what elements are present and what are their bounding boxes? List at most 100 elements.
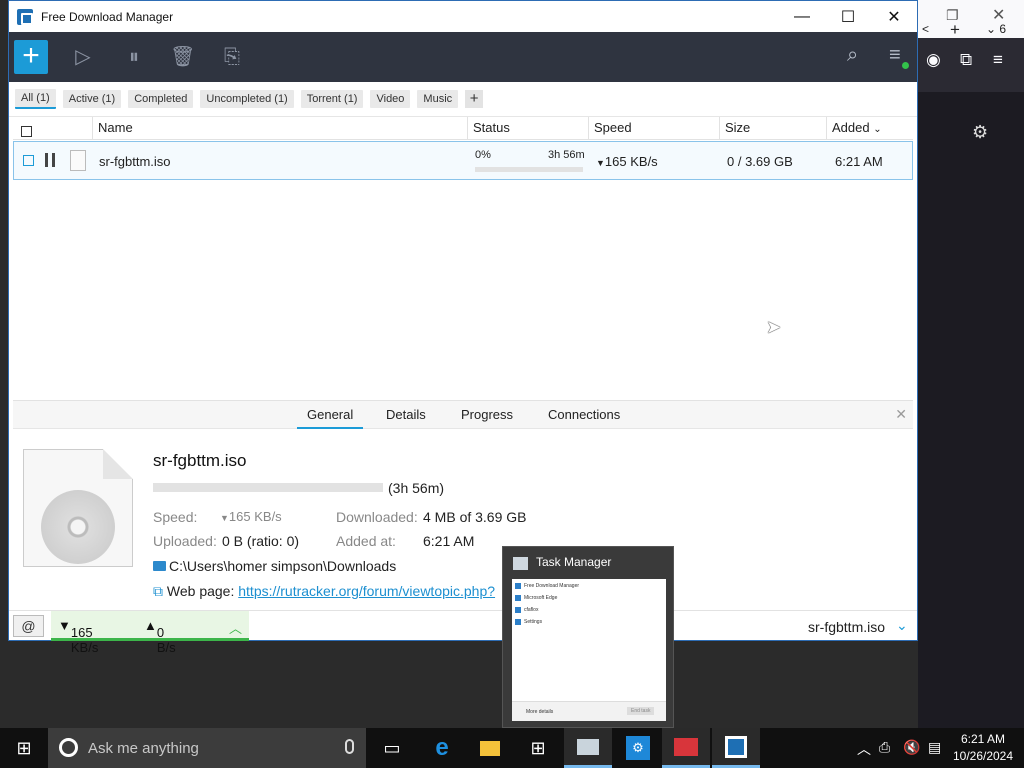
table-row[interactable]: sr-fgbttm.iso 0% 3h 56m ▼165 KB/s 0 / 3.… (13, 141, 913, 180)
delete-icon[interactable]: 🗑 (170, 45, 195, 69)
details-tabs: General Details Progress Connections ✕ (13, 401, 913, 429)
tab-general[interactable]: General (297, 407, 364, 429)
total-down-speed: ▼ 165 KB/s (58, 618, 99, 655)
add-download-button[interactable]: + (14, 40, 48, 74)
total-down-value: 165 KB/s (70, 625, 99, 655)
filter-video[interactable]: Video (370, 90, 411, 108)
volume-muted-icon[interactable]: 🔇 (903, 739, 920, 756)
details-eta: (3h 56m) (388, 480, 445, 496)
filter-completed[interactable]: Completed (128, 90, 194, 108)
chevron-up-icon[interactable]: ︿ (229, 618, 242, 637)
menu-icon[interactable]: ≡ (993, 50, 1003, 70)
speed-summary[interactable]: ▼ 165 KB/s ▲ 0 B/s ︿ (51, 611, 249, 655)
taskmanager-footer: More details End task (512, 701, 666, 721)
select-all-checkbox[interactable] (13, 117, 93, 139)
title-bar: Free Download Manager — ☐ ✕ (9, 1, 917, 32)
search-icon[interactable]: ⌕ (847, 44, 858, 67)
gear-icon[interactable]: ⚙ (972, 122, 988, 143)
row-name: sr-fgbttm.iso (99, 154, 171, 169)
mouse-cursor-icon: ➤ (766, 317, 782, 337)
edge-icon[interactable]: e (418, 728, 466, 768)
filter-uncompleted[interactable]: Uncompleted (1) (200, 90, 294, 108)
browser-tabstrip: ❐ ✕ < + ⌄ 6 (918, 0, 1024, 40)
row-progress-bar (475, 167, 583, 172)
taskmanager-taskbar-icon[interactable] (564, 728, 612, 768)
pause-icon[interactable] (45, 153, 55, 167)
row-percent: 0% (475, 149, 491, 161)
windows-start-icon[interactable]: ⊞ (0, 728, 48, 768)
minimize-button[interactable]: — (779, 1, 825, 32)
taskmanager-preview[interactable]: Task Manager Free Download Manager Micro… (502, 546, 674, 728)
downloaded-label: Downloaded: (336, 509, 418, 525)
microphone-icon[interactable] (345, 739, 354, 754)
cortana-icon (59, 738, 78, 757)
details-progress-bar (153, 483, 383, 492)
status-bar: @ ▼ 165 KB/s ▲ 0 B/s ︿ sr-fgbttm.iso ⌄ (9, 610, 917, 655)
maximize-button[interactable]: ☐ (825, 1, 871, 32)
tm-item: cfaflox (514, 607, 539, 613)
filter-active[interactable]: Active (1) (62, 90, 122, 108)
account-icon[interactable]: ◉ (926, 50, 941, 70)
row-added: 6:21 AM (835, 154, 883, 169)
speed-label: Speed: (153, 509, 198, 525)
status-current-file: sr-fgbttm.iso (808, 619, 886, 635)
snail-mode-icon[interactable]: @ (13, 615, 44, 637)
taskmanager-title: Task Manager (536, 555, 612, 569)
store-icon[interactable]: ⊞ (514, 728, 562, 768)
row-speed: ▼165 KB/s (596, 154, 658, 169)
clock-date: 10/26/2024 (952, 749, 1014, 763)
chevron-down-icon[interactable]: ⌄ (896, 617, 908, 634)
speed-value-text: 165 KB/s (228, 509, 282, 524)
resume-icon[interactable]: ▷ (71, 45, 95, 69)
downloaded-value: 4 MB of 3.69 GB (423, 509, 527, 525)
download-path: C:\Users\homer simpson\Downloads (169, 558, 397, 574)
tab-connections[interactable]: Connections (548, 407, 620, 422)
notifications-icon[interactable]: ▤ (928, 739, 941, 756)
task-view-icon[interactable]: ▭ (368, 728, 416, 768)
network-icon[interactable]: ⎙ (879, 739, 890, 756)
extensions-icon[interactable]: ⧉ (960, 50, 972, 70)
show-hidden-icons[interactable]: ︿ (857, 739, 871, 759)
large-file-icon (23, 449, 133, 567)
update-dot (902, 62, 909, 69)
column-name[interactable]: Name (93, 117, 468, 139)
hamburger-menu-icon[interactable]: ≡ (889, 44, 901, 67)
row-checkbox[interactable] (23, 155, 34, 166)
filter-music[interactable]: Music (417, 90, 459, 108)
clock[interactable]: 6:21 AM 10/26/2024 (948, 731, 1018, 765)
web-page-link[interactable]: https://rutracker.org/forum/viewtopic.ph… (238, 583, 495, 599)
filter-torrent[interactable]: Torrent (1) (300, 90, 364, 108)
external-link-icon: ⧉ (153, 583, 163, 599)
tm-more-details: More details (526, 709, 554, 715)
new-tab-icon[interactable]: + (950, 20, 960, 40)
column-size[interactable]: Size (720, 117, 827, 139)
uploaded-label: Uploaded: (153, 533, 217, 549)
add-filter-button[interactable]: + (465, 90, 484, 108)
column-added[interactable]: Added ⌄ (827, 117, 907, 139)
move-folder-icon[interactable]: ⎘ (220, 45, 244, 69)
clock-time: 6:21 AM (960, 732, 1006, 746)
speed-value: ▼165 KB/s (220, 509, 282, 524)
close-details-icon[interactable]: ✕ (895, 406, 907, 423)
fdm-taskbar-icon[interactable] (712, 728, 760, 768)
taskmanager-icon (513, 557, 528, 570)
filter-all[interactable]: All (1) (15, 89, 56, 109)
tab-progress[interactable]: Progress (461, 407, 513, 422)
row-size: 0 / 3.69 GB (727, 154, 793, 169)
download-table: Name Status Speed Size Added ⌄ sr-fgbttm… (9, 117, 917, 402)
file-explorer-icon[interactable] (466, 728, 514, 768)
fdm-window: Free Download Manager — ☐ ✕ + ▷ ⏸ 🗑 ⎘ ⌕ … (8, 0, 918, 655)
column-speed[interactable]: Speed (589, 117, 720, 139)
cortana-search-box[interactable]: Ask me anything (48, 728, 366, 768)
pause-all-icon[interactable]: ⏸ (122, 45, 146, 69)
tab-details[interactable]: Details (386, 407, 426, 422)
row-speed-value: 165 KB/s (604, 154, 658, 169)
column-status[interactable]: Status (468, 117, 589, 139)
cfaflox-taskbar-icon[interactable] (662, 728, 710, 768)
settings-taskbar-icon[interactable]: ⚙ (614, 728, 662, 768)
tab-edge: < (922, 22, 930, 36)
tab-list-button[interactable]: ⌄ 6 (986, 22, 1006, 36)
close-button[interactable]: ✕ (871, 1, 917, 32)
download-folder[interactable]: C:\Users\homer simpson\Downloads (153, 558, 396, 574)
main-toolbar: + ▷ ⏸ 🗑 ⎘ ⌕ ≡ (9, 32, 917, 82)
